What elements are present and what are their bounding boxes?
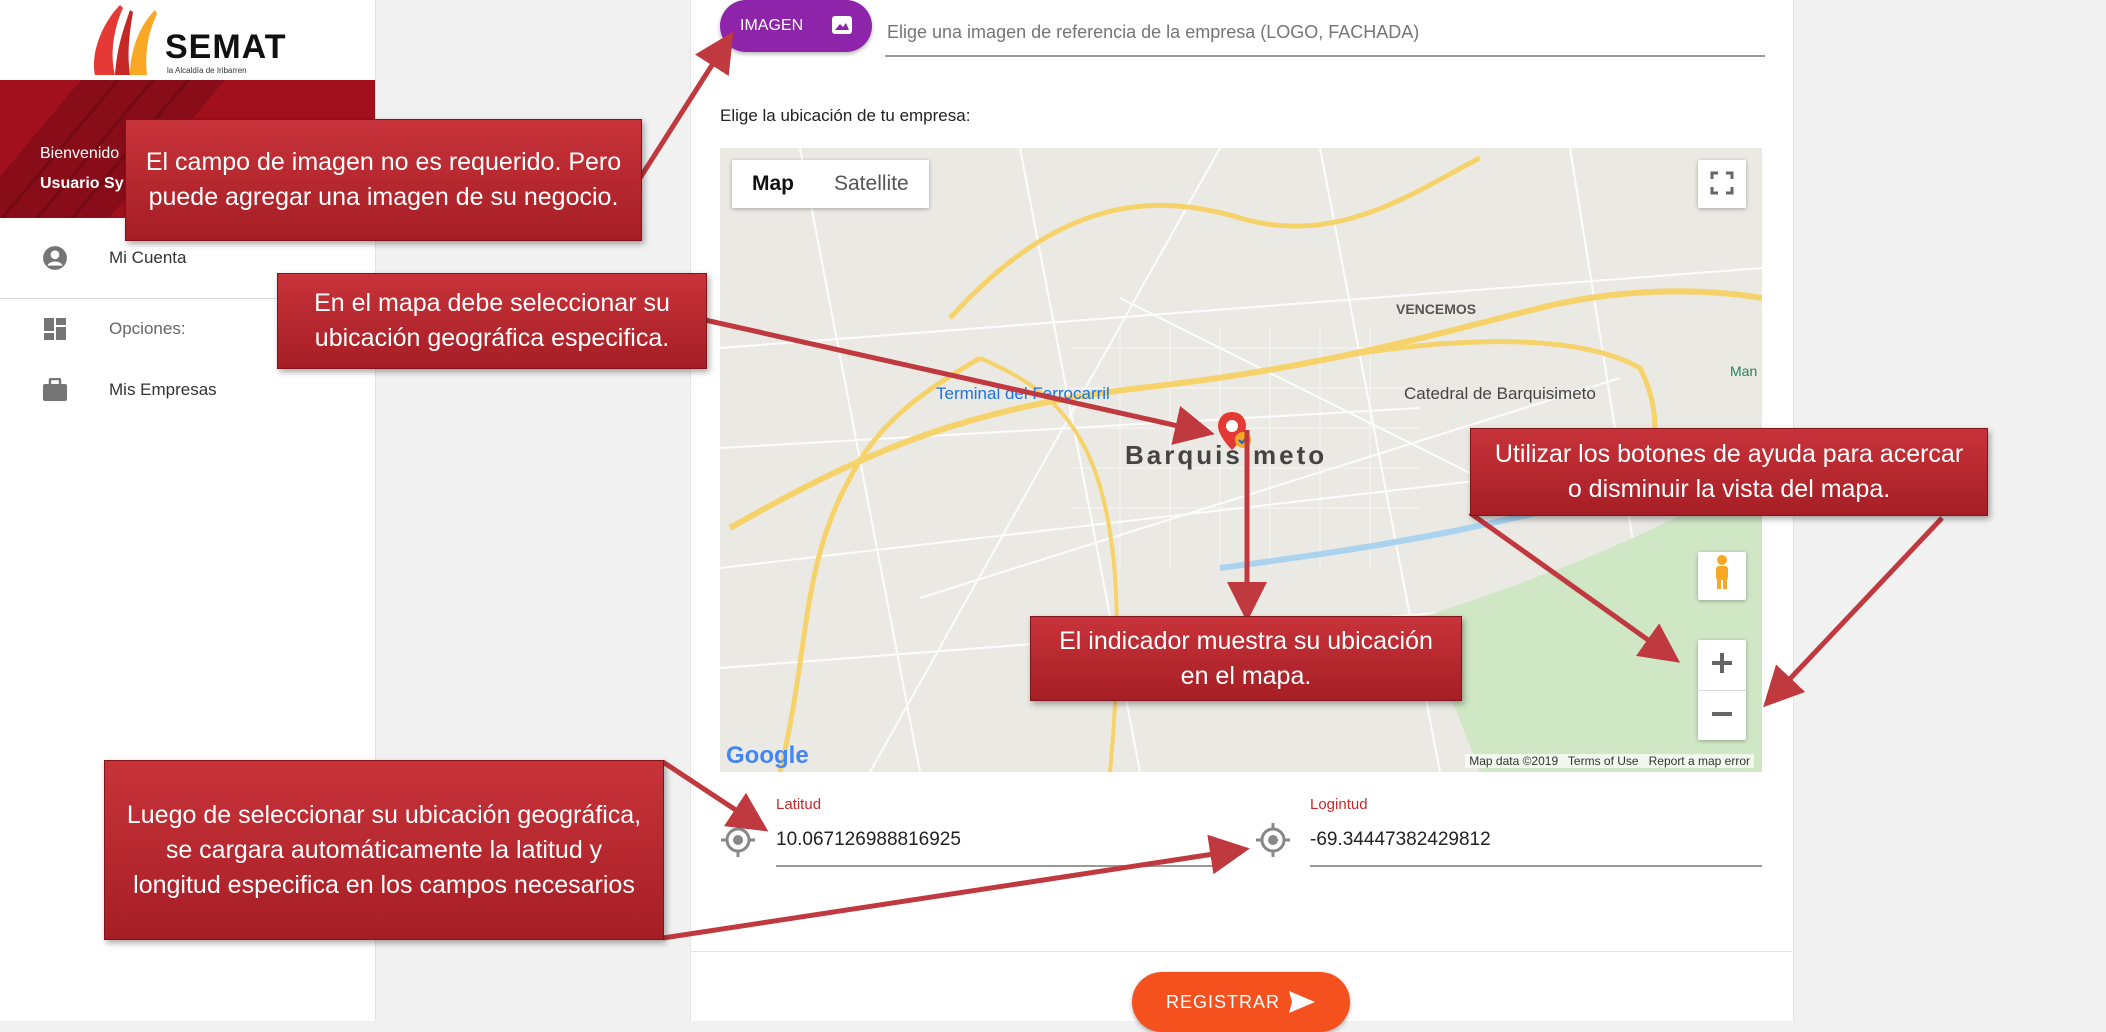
longitude-label: Logintud (1310, 796, 1368, 813)
longitude-underline (1310, 865, 1762, 867)
image-button-label: IMAGEN (740, 17, 804, 34)
callout-image: El campo de imagen no es requerido. Pero… (125, 119, 642, 241)
logo-emblem-icon (94, 5, 157, 75)
terms-link[interactable]: Terms of Use (1568, 754, 1639, 768)
zoom-control[interactable] (1698, 640, 1746, 740)
image-path-input[interactable] (885, 10, 1765, 57)
fullscreen-button[interactable] (1698, 160, 1746, 208)
image-upload-button[interactable]: IMAGEN (720, 0, 872, 52)
register-button[interactable]: REGISTRAR (1132, 972, 1350, 1032)
latitude-input[interactable]: 10.067126988816925 (776, 829, 961, 851)
account-circle-icon (42, 245, 68, 271)
map-label-vencemos: VENCEMOS (1396, 301, 1477, 317)
sidebar-item-label: Opciones: (109, 319, 186, 338)
map-label-man: Man (1730, 363, 1758, 379)
sidebar-item-mi-cuenta[interactable]: Mi Cuenta (0, 238, 375, 278)
latitude-underline (776, 865, 1224, 867)
callout-coords: Luego de seleccionar su ubicación geográ… (104, 760, 664, 940)
dashboard-icon (42, 316, 68, 342)
map-type-satellite[interactable]: Satellite (814, 160, 929, 208)
pegman-icon (1711, 554, 1733, 599)
gps-location-icon[interactable] (720, 822, 756, 858)
callout-map: En el mapa debe seleccionar su ubicación… (277, 273, 707, 369)
sidebar-item-label: Mis Empresas (109, 380, 217, 399)
semat-logo[interactable]: SEMAT la Alcaldía de Iribarren (85, 0, 295, 80)
briefcase-icon (42, 377, 68, 403)
gps-location-icon[interactable] (1255, 822, 1291, 858)
plus-icon (1710, 645, 1734, 684)
street-view-pegman-button[interactable] (1698, 552, 1746, 600)
logo-subtext: la Alcaldía de Iribarren (167, 66, 247, 75)
welcome-text: Bienvenido (40, 145, 120, 162)
map-type-map[interactable]: Map (732, 160, 814, 208)
report-error-link[interactable]: Report a map error (1649, 754, 1750, 768)
latitude-label: Latitud (776, 796, 822, 813)
map-data-text: Map data ©2019 (1469, 754, 1559, 768)
zoom-in-button[interactable] (1698, 640, 1746, 691)
map-label-catedral: Catedral de Barquisimeto (1404, 384, 1596, 403)
image-icon (832, 16, 852, 34)
zoom-out-button[interactable] (1698, 691, 1746, 741)
callout-zoom: Utilizar los botones de ayuda para acerc… (1470, 428, 1988, 516)
longitude-input[interactable]: -69.34447382429812 (1310, 829, 1491, 851)
register-button-label: REGISTRAR (1166, 991, 1281, 1012)
map-footer: Map data ©2019 Terms of Use Report a map… (1465, 754, 1754, 768)
logo-text: SEMAT (165, 28, 287, 66)
google-logo[interactable]: Google (726, 742, 809, 770)
map-label-terminal: Terminal del Ferrocarril (936, 384, 1110, 403)
minus-icon (1710, 696, 1734, 735)
username: Usuario Sy (40, 175, 124, 192)
sidebar-item-label: Mi Cuenta (109, 248, 187, 267)
location-label: Elige la ubicación de tu empresa: (720, 106, 971, 125)
map-marker-icon[interactable] (1216, 410, 1256, 465)
google-logo-text: Google (726, 742, 809, 769)
fullscreen-icon (1710, 165, 1734, 204)
send-icon (1288, 990, 1316, 1019)
sidebar-item-mis-empresas[interactable]: Mis Empresas (0, 370, 375, 410)
map-type-control[interactable]: Map Satellite (732, 160, 929, 208)
callout-marker: El indicador muestra su ubicación en el … (1030, 616, 1462, 701)
form-divider (690, 951, 1792, 952)
